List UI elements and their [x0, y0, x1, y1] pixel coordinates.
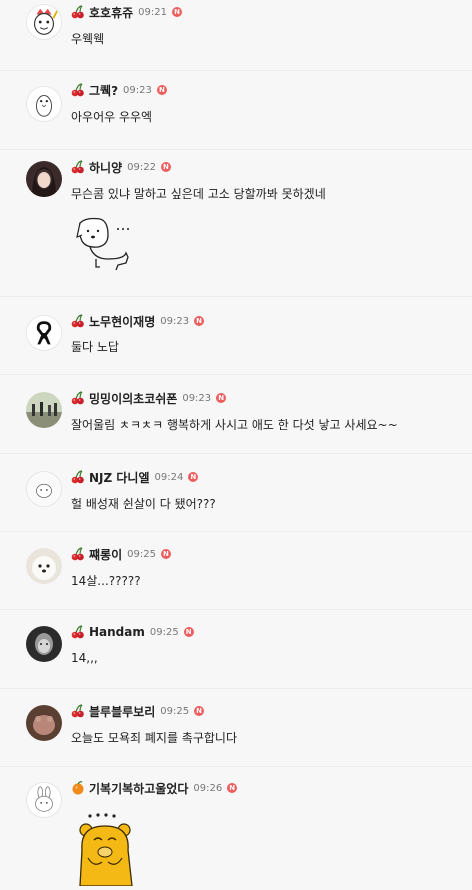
avatar[interactable]: [26, 315, 62, 351]
cherry-icon: [70, 82, 86, 98]
timestamp: 09:23: [123, 84, 152, 96]
profile-photo-icon: [26, 705, 62, 741]
timestamp: 09:24: [154, 471, 184, 483]
new-badge: N: [160, 549, 171, 559]
avatar[interactable]: [26, 705, 62, 741]
nickname[interactable]: 노무현이재명: [89, 313, 155, 330]
avatar[interactable]: [26, 392, 62, 428]
timestamp: 09:26: [193, 782, 223, 794]
new-badge: N: [194, 316, 205, 326]
timestamp: 09:22: [127, 161, 156, 173]
comment-item: 호호휴쥬 09:21 N 우웩웩: [0, 0, 472, 71]
comment-text: 아우어우 우우엑: [71, 110, 153, 124]
timestamp: 09:23: [160, 315, 190, 327]
new-badge: N: [172, 7, 182, 17]
new-badge: N: [160, 162, 171, 172]
new-badge: N: [156, 85, 167, 95]
comment-item: 쨰롱이 09:25 N 14살...?????: [0, 531, 472, 610]
rabbit-avatar-icon: [27, 783, 61, 817]
new-badge: N: [183, 627, 194, 637]
timestamp: 09:23: [182, 392, 212, 404]
avatar[interactable]: [26, 161, 62, 197]
nickname[interactable]: 블루블루보리: [89, 703, 155, 720]
comment-item: 노무현이재명 09:23 N 둘다 노답: [0, 296, 472, 375]
comment-item: 그퀙? 09:23 N 아우어우 우우엑: [0, 70, 472, 150]
profile-photo-icon: [26, 392, 62, 428]
comment-item: 블루블루보리 09:25 N 오늘도 모욕죄 폐지를 촉구합니다: [0, 688, 472, 767]
nickname[interactable]: 쨰롱이: [89, 546, 122, 563]
avatar[interactable]: [26, 782, 62, 818]
avatar[interactable]: [26, 548, 62, 584]
comment-item: 밍밍이의초코쉬폰 09:23 N 잘어울림 ㅊㅋㅊㅋ 행복하게 사시고 애도 한…: [0, 374, 472, 454]
ribbon-avatar-icon: [27, 316, 61, 350]
comment-text: 잘어울림 ㅊㅋㅊㅋ 행복하게 사시고 애도 한 다섯 낳고 사세요~~: [71, 418, 398, 432]
timestamp: 09:25: [127, 548, 156, 560]
cherry-icon: [70, 4, 86, 20]
comment-text: 오늘도 모욕죄 폐지를 촉구합니다: [71, 731, 238, 745]
new-badge: N: [188, 472, 199, 482]
nickname[interactable]: 그퀙?: [89, 82, 118, 99]
timestamp: 09:25: [160, 705, 190, 717]
new-badge: N: [216, 393, 227, 403]
nickname[interactable]: 기복기복하고울었다: [89, 780, 188, 797]
cherry-icon: [70, 390, 86, 406]
nickname[interactable]: NJZ 다니엘: [89, 469, 150, 486]
comment-text: 우웩웩: [71, 32, 105, 46]
profile-photo-icon: [26, 626, 62, 662]
comment-text: 무슨콤 있냐 말하고 싶은데 고소 당할까봐 못하겠네: [71, 187, 326, 201]
avatar[interactable]: [26, 471, 62, 507]
cherry-icon: [70, 703, 86, 719]
comment-text: 14,,,: [71, 651, 98, 665]
profile-photo-icon: [26, 161, 62, 197]
cherry-icon: [70, 546, 86, 562]
avatar[interactable]: [26, 86, 62, 122]
timestamp: 09:25: [149, 626, 179, 638]
nickname[interactable]: 호호휴쥬: [89, 4, 133, 21]
avatar[interactable]: [26, 4, 62, 40]
dog-photo-icon: [26, 548, 62, 584]
cherry-icon: [70, 624, 86, 640]
cherry-icon: [70, 159, 86, 175]
nickname[interactable]: 하니양: [89, 159, 122, 176]
comment-item: NJZ 다니엘 09:24 N 헐 배성재 쉰살이 다 됐어???: [0, 453, 472, 532]
new-badge: N: [227, 783, 238, 793]
cherry-icon: [70, 313, 86, 329]
penguin-avatar-icon: [27, 87, 61, 121]
puppy-sticker: [74, 215, 136, 279]
bear-sticker: [78, 810, 136, 890]
nickname[interactable]: 밍밍이의초코쉬폰: [89, 390, 177, 407]
comment-text: 헐 배성재 쉰살이 다 됐어???: [71, 497, 216, 511]
cartoon-avatar-icon: [27, 5, 61, 39]
comment-text: 둘다 노답: [71, 340, 119, 354]
nickname[interactable]: Handam: [89, 625, 145, 639]
cherry-icon: [70, 469, 86, 485]
comment-item: 하니양 09:22 N 무슨콤 있냐 말하고 싶은데 고소 당할까봐 못하겠네: [0, 149, 472, 297]
timestamp: 09:21: [138, 6, 167, 18]
orange-icon: [70, 780, 86, 796]
default-avatar-icon: [27, 472, 61, 506]
comment-item: 기복기복하고울었다 09:26 N: [0, 766, 472, 887]
comment-item: Handam 09:25 N 14,,,: [0, 609, 472, 689]
comment-text: 14살...?????: [71, 574, 141, 588]
new-badge: N: [194, 706, 205, 716]
avatar[interactable]: [26, 626, 62, 662]
